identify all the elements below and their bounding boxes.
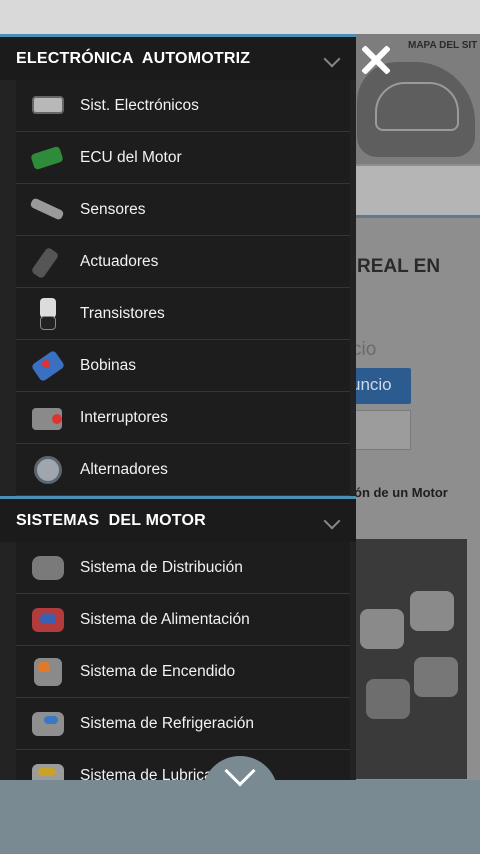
menu-item-refrigeracion[interactable]: Sistema de Refrigeración — [16, 698, 350, 750]
section-electronica[interactable]: ELECTRÓNICA AUTOMOTRIZ — [0, 34, 356, 80]
site-map-link[interactable]: MAPA DEL SIT — [408, 40, 477, 51]
page-heading: REAL EN — [357, 256, 441, 277]
menu-item-label: Sensores — [80, 200, 146, 218]
menu-item-sist-electronicos[interactable]: Sist. Electrónicos — [16, 80, 350, 132]
menu-item-label: ECU del Motor — [80, 148, 182, 166]
menu-item-lubricacion[interactable]: Sistema de Lubrica — [16, 750, 350, 780]
menu-item-label: Alternadores — [80, 460, 168, 478]
menu-item-label: Sistema de Distribución — [80, 558, 243, 576]
menu-item-alternadores[interactable]: Alternadores — [16, 444, 350, 496]
menu-item-distribucion[interactable]: Sistema de Distribución — [16, 542, 350, 594]
section-title: SISTEMAS DEL MOTOR — [16, 511, 206, 529]
chevron-down-icon[interactable] — [323, 50, 341, 68]
section-title: ELECTRÓNICA AUTOMOTRIZ — [16, 49, 251, 67]
injector-icon — [28, 244, 68, 280]
menu-item-label: Transistores — [80, 304, 165, 322]
menu-item-transistores[interactable]: Transistores — [16, 288, 350, 340]
banner-strip — [355, 166, 480, 218]
menu-item-label: Sistema de Encendido — [80, 662, 236, 680]
chevron-down-icon[interactable] — [323, 512, 341, 530]
menu-item-label: Sistema de Lubrica — [80, 766, 213, 781]
menu-item-bobinas[interactable]: Bobinas — [16, 340, 350, 392]
switch-icon — [28, 400, 68, 436]
sensor-icon — [28, 192, 68, 228]
menu-item-label: Sistema de Alimentación — [80, 610, 250, 628]
menu-item-label: Actuadores — [80, 252, 159, 270]
electronic-module-icon — [28, 88, 68, 124]
menu-item-label: Sist. Electrónicos — [80, 96, 199, 114]
menu-item-label: Bobinas — [80, 356, 137, 374]
navigation-drawer: ELECTRÓNICA AUTOMOTRIZ Sist. Electrónico… — [0, 34, 356, 780]
menu-item-label: Interruptores — [80, 408, 168, 426]
lubrication-system-icon — [28, 758, 68, 780]
menu-item-interruptores[interactable]: Interruptores — [16, 392, 350, 444]
cooling-system-icon — [28, 706, 68, 742]
engine-photo — [352, 539, 467, 779]
menu-item-sensores[interactable]: Sensores — [16, 184, 350, 236]
section-sistemas-motor[interactable]: SISTEMAS DEL MOTOR — [0, 496, 356, 542]
status-strip — [0, 0, 480, 34]
close-icon[interactable] — [356, 40, 396, 80]
menu-item-ecu-motor[interactable]: ECU del Motor — [16, 132, 350, 184]
article-title[interactable]: ón de un Motor — [354, 485, 448, 500]
ecu-board-icon — [28, 140, 68, 176]
menu-item-label: Sistema de Refrigeración — [80, 714, 255, 732]
fuel-system-icon — [28, 602, 68, 638]
ignition-system-icon — [28, 654, 68, 690]
menu-item-encendido[interactable]: Sistema de Encendido — [16, 646, 350, 698]
timing-system-icon — [28, 550, 68, 586]
menu-item-alimentacion[interactable]: Sistema de Alimentación — [16, 594, 350, 646]
ignition-coil-icon — [28, 348, 68, 384]
alternator-icon — [28, 452, 68, 488]
menu-item-actuadores[interactable]: Actuadores — [16, 236, 350, 288]
transistor-icon — [28, 296, 68, 332]
